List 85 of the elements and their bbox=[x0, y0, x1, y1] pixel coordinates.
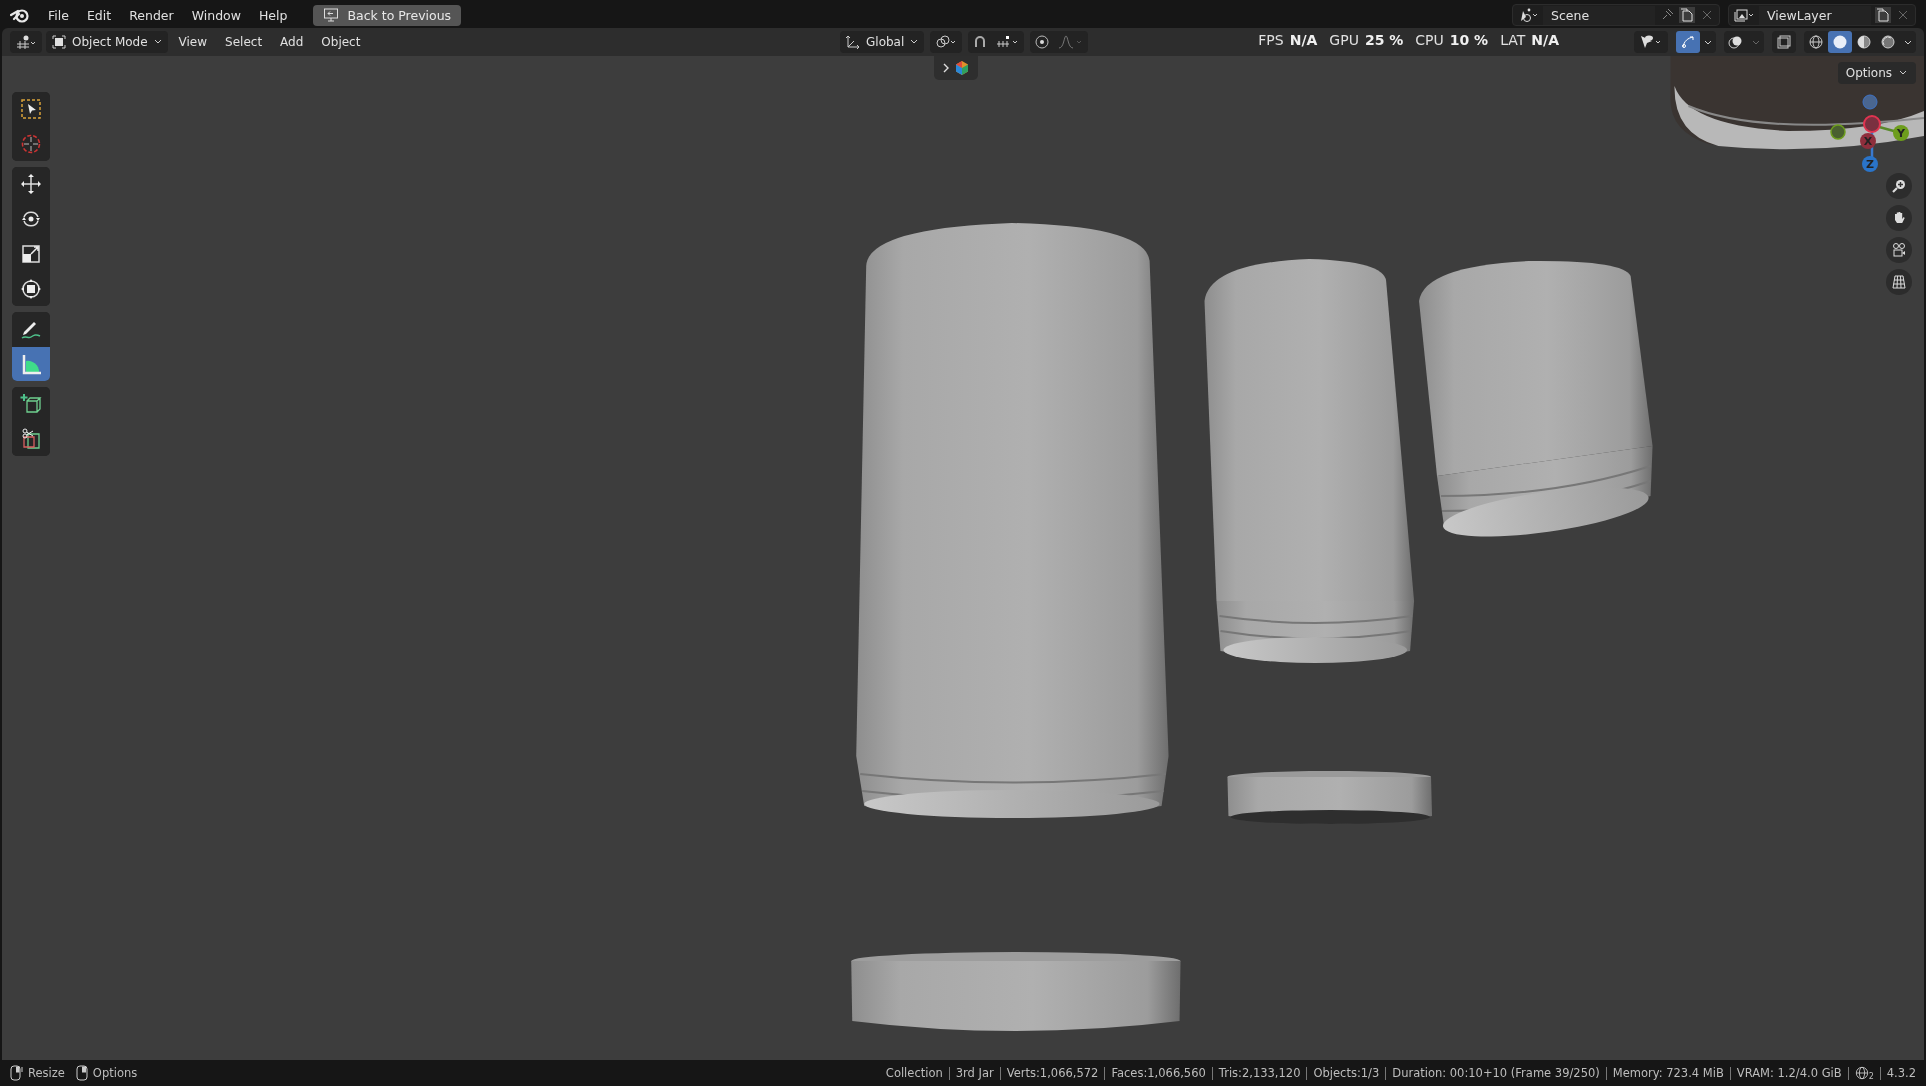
wireframe-sphere-icon bbox=[1808, 34, 1824, 50]
select-box-icon bbox=[19, 97, 43, 121]
logo-icon[interactable] bbox=[10, 7, 30, 23]
view-layer-name[interactable]: ViewLayer bbox=[1759, 5, 1871, 25]
scale-icon bbox=[19, 242, 43, 266]
orientation-dropdown[interactable]: Global bbox=[840, 31, 925, 53]
status-info: 3rd Jar bbox=[955, 1066, 994, 1080]
eye-pointer-icon bbox=[1639, 34, 1663, 50]
camera-view-button[interactable] bbox=[1886, 237, 1912, 263]
stat-label: CPU bbox=[1415, 32, 1444, 48]
camera-icon bbox=[1891, 242, 1907, 258]
negative-axis-dot[interactable] bbox=[1830, 124, 1846, 140]
shading-button[interactable] bbox=[1828, 31, 1852, 53]
gizmo-toggle[interactable] bbox=[1676, 31, 1700, 53]
scissors-cube-icon bbox=[19, 427, 43, 451]
gizmo-icon bbox=[1680, 34, 1696, 50]
copy-icon[interactable] bbox=[1679, 7, 1695, 23]
add-cube-icon bbox=[19, 392, 43, 416]
network-count: 2 bbox=[1868, 1072, 1874, 1081]
scene-name[interactable]: Scene bbox=[1543, 5, 1655, 25]
stat-value: 25 % bbox=[1364, 32, 1404, 48]
globe-icon bbox=[1854, 1065, 1869, 1081]
menu-item[interactable]: Render bbox=[121, 4, 182, 26]
stat-label: FPS bbox=[1258, 32, 1284, 48]
xray-icon bbox=[1776, 34, 1792, 50]
status-info: Duration: 00:10+10 (Frame 39/250) bbox=[1392, 1066, 1600, 1080]
status-info: Objects:1/3 bbox=[1313, 1066, 1380, 1080]
material-sphere-icon bbox=[1856, 34, 1872, 50]
header-menu[interactable]: Select bbox=[218, 32, 270, 52]
axes-icon bbox=[15, 34, 37, 50]
scene-selector[interactable]: Scene bbox=[1512, 4, 1720, 26]
move-arrows-icon bbox=[19, 172, 43, 196]
status-hint: Options bbox=[92, 1066, 138, 1080]
mouse-right-icon bbox=[10, 1065, 24, 1081]
menu-item[interactable]: Window bbox=[183, 4, 249, 26]
transform-icon bbox=[19, 277, 43, 301]
chevron-right-icon bbox=[942, 62, 950, 74]
menu-item[interactable]: Edit bbox=[78, 4, 120, 26]
axis-handle[interactable]: Y bbox=[1893, 125, 1909, 141]
grid-icon bbox=[1891, 274, 1907, 290]
stat-label: GPU bbox=[1329, 32, 1359, 48]
header-menu[interactable]: Add bbox=[273, 32, 311, 52]
cursor-icon bbox=[19, 132, 43, 156]
mode-dropdown[interactable]: Object Mode bbox=[46, 31, 168, 53]
copy-icon[interactable] bbox=[1875, 7, 1891, 23]
negative-axis-dot[interactable] bbox=[1863, 115, 1881, 133]
zoom-icon bbox=[1891, 178, 1907, 194]
zoom-button[interactable] bbox=[1886, 173, 1912, 199]
stat-value: 10 % bbox=[1449, 32, 1489, 48]
target-icon bbox=[1034, 34, 1051, 50]
options-dropdown[interactable]: Options bbox=[1837, 62, 1916, 84]
mouse-left-icon bbox=[74, 1065, 89, 1081]
image-stack-icon bbox=[1733, 7, 1755, 23]
status-hint: Resize bbox=[28, 1066, 65, 1080]
hexagon-icon bbox=[954, 60, 970, 76]
menu-item[interactable]: File bbox=[40, 4, 77, 26]
pivot-dropdown[interactable] bbox=[930, 31, 963, 53]
orthographic-toggle[interactable] bbox=[1886, 269, 1912, 295]
rendered-sphere-icon bbox=[1880, 34, 1896, 50]
status-info: Collection bbox=[885, 1066, 943, 1080]
object-icon bbox=[51, 34, 67, 50]
visibility-dropdown[interactable] bbox=[1634, 31, 1668, 53]
stat-label: LAT bbox=[1500, 32, 1526, 48]
header-menu[interactable]: View bbox=[171, 32, 215, 52]
monitor-icon bbox=[323, 7, 340, 23]
link-icon bbox=[935, 34, 958, 50]
status-info: VRAM: 1.2/4.0 GiB bbox=[1736, 1066, 1842, 1080]
menu-item[interactable]: Help bbox=[250, 4, 296, 26]
collection-flyout[interactable] bbox=[934, 56, 978, 80]
status-info: Faces:1,066,560 bbox=[1111, 1066, 1206, 1080]
version-label: 4.3.2 bbox=[1886, 1066, 1916, 1080]
status-info: Verts:1,066,572 bbox=[1006, 1066, 1099, 1080]
header-menu[interactable]: Object bbox=[314, 32, 368, 52]
view-layer-selector[interactable]: ViewLayer bbox=[1728, 4, 1916, 26]
status-info: Tris:2,133,120 bbox=[1218, 1066, 1301, 1080]
status-info: Memory: 723.4 MiB bbox=[1612, 1066, 1724, 1080]
overlay-circles-icon bbox=[1728, 34, 1744, 50]
pan-button[interactable] bbox=[1886, 205, 1912, 231]
stat-value: N/A bbox=[1531, 32, 1559, 48]
solid-sphere-icon bbox=[1832, 34, 1848, 50]
stat-value: N/A bbox=[1289, 32, 1318, 48]
editor-type-dropdown[interactable] bbox=[10, 31, 42, 53]
negative-axis-dot[interactable] bbox=[1862, 94, 1878, 110]
back-to-previous-button[interactable]: Back to Previous bbox=[313, 4, 462, 26]
orientation-icon bbox=[845, 34, 861, 50]
